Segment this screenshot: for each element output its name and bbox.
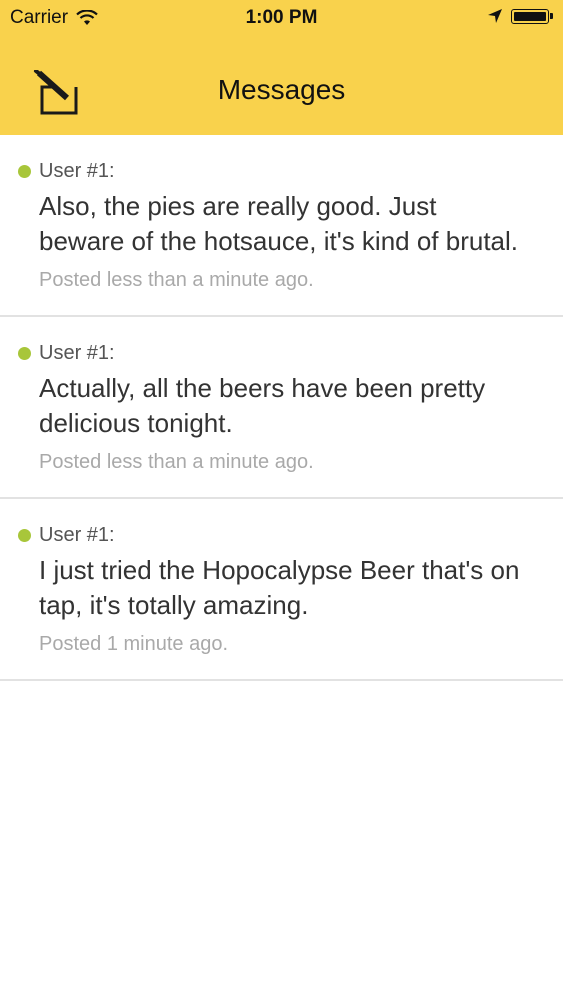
message-item[interactable]: User #1: Actually, all the beers have be… (0, 317, 563, 499)
status-icons (487, 8, 553, 24)
message-author-row: User #1: (18, 159, 527, 183)
message-author: User #1: (39, 523, 115, 546)
message-timestamp: Posted less than a minute ago. (39, 451, 314, 473)
nav-bar: Carrier 1:00 PM Messages (0, 0, 563, 135)
battery-icon (511, 8, 549, 24)
message-item[interactable]: User #1: Also, the pies are really good.… (0, 135, 563, 317)
message-text: Also, the pies are really good. Just bew… (39, 191, 519, 256)
online-status-dot (18, 528, 31, 542)
status-time: 1:00 PM (245, 7, 318, 28)
message-text: I just tried the Hopocalypse Beer that's… (39, 555, 520, 620)
message-author-row: User #1: (18, 341, 527, 365)
location-arrow-icon (488, 9, 502, 23)
message-author-row: User #1: (18, 523, 527, 547)
message-timestamp: Posted 1 minute ago. (39, 633, 229, 655)
message-item[interactable]: User #1: I just tried the Hopocalypse Be… (0, 499, 563, 681)
message-timestamp: Posted less than a minute ago. (39, 269, 314, 291)
online-status-dot (18, 164, 31, 178)
page-title: Messages (217, 74, 346, 105)
message-text: Actually, all the beers have been pretty… (39, 373, 486, 438)
status-bar: Carrier 1:00 PM (0, 0, 563, 36)
battery-tip (550, 13, 553, 19)
message-author: User #1: (39, 159, 115, 182)
message-list: User #1: Also, the pies are really good.… (0, 135, 563, 681)
message-author: User #1: (39, 341, 115, 364)
online-status-dot (18, 346, 31, 360)
